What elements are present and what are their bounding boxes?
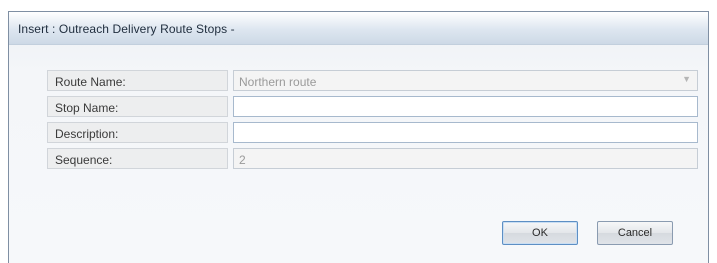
form-row-stop-name: Stop Name: — [47, 96, 698, 122]
dialog-title: Insert : Outreach Delivery Route Stops - — [18, 22, 235, 36]
route-name-value: Northern route — [239, 75, 317, 89]
stop-name-input[interactable] — [233, 96, 698, 117]
stop-name-label: Stop Name: — [47, 96, 228, 117]
chevron-down-icon[interactable]: ▼ — [682, 74, 691, 84]
insert-dialog: Insert : Outreach Delivery Route Stops -… — [8, 11, 709, 263]
ok-button[interactable]: OK — [502, 221, 578, 245]
sequence-label: Sequence: — [47, 148, 228, 169]
form-row-description: Description: — [47, 122, 698, 148]
form-row-sequence: Sequence: 2 — [47, 148, 698, 174]
description-label: Description: — [47, 122, 228, 143]
dialog-titlebar: Insert : Outreach Delivery Route Stops - — [9, 12, 708, 45]
cancel-button[interactable]: Cancel — [597, 221, 673, 245]
form-row-route-name: Route Name: Northern route ▼ — [47, 70, 698, 96]
route-name-select[interactable]: Northern route ▼ — [233, 70, 698, 91]
description-input[interactable] — [233, 122, 698, 143]
sequence-input[interactable]: 2 — [233, 148, 698, 169]
form-table: Route Name: Northern route ▼ Stop Name: … — [47, 70, 698, 174]
route-name-label: Route Name: — [47, 70, 228, 91]
